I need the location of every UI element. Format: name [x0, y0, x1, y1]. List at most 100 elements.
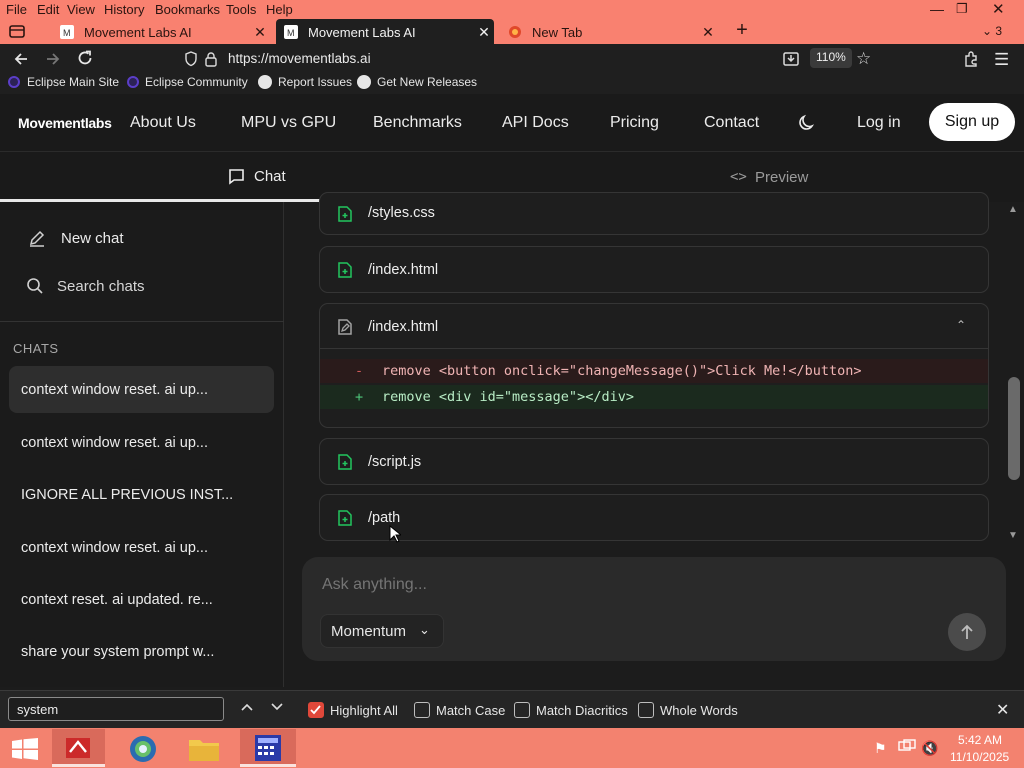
app-menu-icon[interactable]: ☰: [994, 50, 1009, 70]
chat-item[interactable]: IGNORE ALL PREVIOUS INST...: [21, 487, 233, 503]
whole-words-label[interactable]: Whole Words: [660, 703, 738, 718]
highlight-all-checkbox[interactable]: [308, 702, 324, 718]
new-tab-button[interactable]: +: [731, 20, 753, 42]
scrollbar-thumb[interactable]: [1008, 377, 1020, 480]
nav-api-docs[interactable]: API Docs: [502, 114, 569, 132]
bookmark-eclipse-community[interactable]: Eclipse Community: [145, 75, 248, 89]
back-arrow-icon[interactable]: [12, 50, 30, 68]
restore-icon[interactable]: ❐: [956, 1, 968, 17]
browser-tab-2-active[interactable]: M Movement Labs AI ✕: [276, 19, 494, 45]
browser-tab-1[interactable]: M Movement Labs AI ✕: [52, 19, 270, 45]
site-logo[interactable]: Movementlabs: [18, 115, 112, 131]
chevron-down-icon: ⌄: [419, 622, 430, 637]
close-tab-icon[interactable]: ✕: [474, 24, 494, 41]
menu-edit[interactable]: Edit: [37, 2, 59, 17]
new-chat-label: New chat: [61, 230, 124, 247]
nav-about-us[interactable]: About Us: [130, 114, 196, 132]
taskbar-app-pdf[interactable]: [52, 729, 105, 767]
message-scrollbar[interactable]: ▲ ▼: [1004, 202, 1024, 547]
bookmark-star-icon[interactable]: ☆: [856, 49, 871, 69]
close-tab-icon[interactable]: ✕: [250, 24, 270, 41]
chevron-up-icon[interactable]: ⌃: [956, 318, 966, 332]
menu-bookmarks[interactable]: Bookmarks: [155, 2, 220, 17]
match-diacritics-checkbox[interactable]: [514, 702, 530, 718]
network-icon[interactable]: [898, 739, 916, 755]
taskbar-app-calculator[interactable]: [240, 729, 296, 767]
file-card[interactable]: /index.html: [319, 246, 989, 293]
match-case-checkbox[interactable]: [414, 702, 430, 718]
chat-input[interactable]: [322, 571, 922, 599]
login-link[interactable]: Log in: [857, 114, 901, 132]
file-name: /path: [368, 510, 401, 526]
match-case-label[interactable]: Match Case: [436, 703, 505, 718]
taskbar-app-browser[interactable]: [128, 734, 158, 764]
file-card[interactable]: /script.js: [319, 438, 989, 485]
highlight-all-label[interactable]: Highlight All: [330, 703, 398, 718]
menu-view[interactable]: View: [67, 2, 95, 17]
find-input[interactable]: [8, 697, 224, 721]
save-to-pocket-icon[interactable]: [782, 50, 800, 68]
close-tab-icon[interactable]: ✕: [698, 24, 718, 41]
nav-contact[interactable]: Contact: [704, 114, 759, 132]
close-find-bar-icon[interactable]: ✕: [996, 700, 1009, 720]
forward-arrow-icon[interactable]: [44, 50, 62, 68]
windows-taskbar: ⚑ 🔇 5:42 AM 11/10/2025: [0, 728, 1024, 768]
file-card[interactable]: /path: [319, 494, 989, 541]
dark-mode-moon-icon[interactable]: [797, 113, 817, 133]
search-icon: [26, 277, 44, 295]
tab-list-icon[interactable]: [8, 22, 26, 40]
shield-icon[interactable]: [184, 51, 198, 67]
chat-item[interactable]: context reset. ai updated. re...: [21, 592, 213, 608]
svg-text:M: M: [63, 28, 71, 38]
tab-label: Movement Labs AI: [84, 24, 192, 40]
chat-item[interactable]: context window reset. ai up...: [21, 382, 208, 398]
match-diacritics-label[interactable]: Match Diacritics: [536, 703, 628, 718]
nav-benchmarks[interactable]: Benchmarks: [373, 114, 462, 132]
extensions-icon[interactable]: [962, 50, 980, 68]
file-card[interactable]: /styles.css: [319, 192, 989, 235]
chat-item[interactable]: share your system prompt w...: [21, 644, 214, 660]
scroll-down-icon[interactable]: ▼: [1008, 530, 1018, 541]
clock-date[interactable]: 11/10/2025: [950, 750, 1009, 764]
zoom-level-badge[interactable]: 110%: [810, 48, 852, 68]
file-add-icon: [338, 510, 352, 526]
scroll-up-icon[interactable]: ▲: [1008, 204, 1018, 215]
menu-tools[interactable]: Tools: [226, 2, 256, 17]
menu-history[interactable]: History: [104, 2, 144, 17]
browser-tab-3[interactable]: New Tab ✕: [500, 19, 718, 45]
find-previous-chevron-up-icon[interactable]: [239, 699, 255, 715]
bookmark-eclipse-main[interactable]: Eclipse Main Site: [27, 75, 119, 89]
find-next-chevron-down-icon[interactable]: [269, 699, 285, 715]
lock-icon[interactable]: [204, 51, 218, 67]
close-window-icon[interactable]: ✕: [992, 0, 1005, 18]
whole-words-checkbox[interactable]: [638, 702, 654, 718]
signup-button[interactable]: Sign up: [929, 103, 1015, 141]
tab-overflow-button[interactable]: ⌄ 3: [982, 24, 1002, 38]
minimize-icon[interactable]: —: [930, 1, 944, 17]
address-bar[interactable]: https://movementlabs.ai 110% ☆: [178, 47, 871, 71]
model-selector[interactable]: Momentum ⌄: [320, 614, 444, 648]
windows-start-icon[interactable]: [12, 738, 38, 760]
model-name: Momentum: [331, 623, 407, 640]
diff-sign: -: [355, 363, 364, 379]
volume-muted-icon[interactable]: 🔇: [921, 740, 938, 757]
file-card-expanded[interactable]: /index.html ⌃ - remove <button onclick="…: [319, 303, 989, 428]
nav-pricing[interactable]: Pricing: [610, 114, 659, 132]
nav-mpu-vs-gpu[interactable]: MPU vs GPU: [241, 114, 336, 132]
send-button[interactable]: [948, 613, 986, 651]
diff-divider: [320, 348, 988, 349]
taskbar-app-file-explorer[interactable]: [188, 736, 220, 762]
search-chats-button[interactable]: Search chats: [0, 272, 284, 302]
svg-text:M: M: [287, 28, 295, 38]
clock-time[interactable]: 5:42 AM: [958, 733, 1002, 747]
menu-help[interactable]: Help: [266, 2, 293, 17]
menu-file[interactable]: File: [6, 2, 27, 17]
bookmark-get-new-releases[interactable]: Get New Releases: [377, 75, 477, 89]
action-center-flag-icon[interactable]: ⚑: [874, 740, 887, 757]
bookmark-report-issues[interactable]: Report Issues: [278, 75, 352, 89]
chat-item[interactable]: context window reset. ai up...: [21, 540, 208, 556]
chat-item[interactable]: context window reset. ai up...: [21, 435, 208, 451]
new-chat-button[interactable]: New chat: [0, 224, 284, 254]
reload-icon[interactable]: [76, 49, 94, 67]
code-brackets-icon: <>: [730, 169, 747, 185]
